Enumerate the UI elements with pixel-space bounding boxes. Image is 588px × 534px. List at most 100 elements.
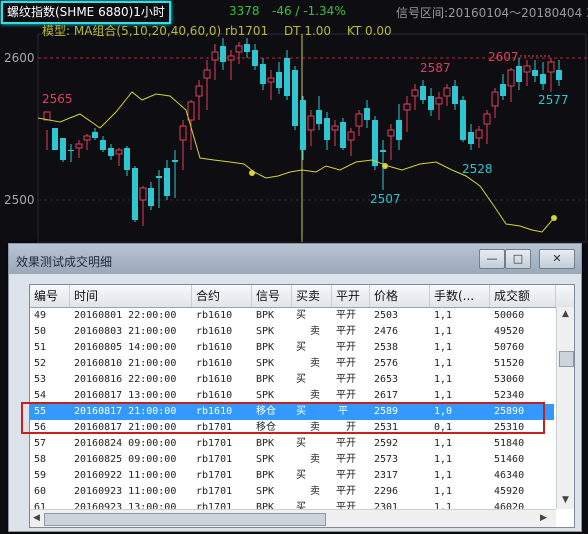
candle-body: [108, 148, 114, 156]
candle-body: [316, 110, 322, 124]
table-row[interactable]: 56 20160817 21:00:00 rb1701 移仓 卖 开 2531 0,1 2531…: [30, 420, 554, 436]
candle-body: [355, 113, 363, 127]
candle-body: [203, 69, 211, 79]
cell-time: 20160810 21:00:00: [74, 358, 177, 369]
cell-time: 20160805 14:00:00: [74, 342, 177, 353]
dialog-titlebar[interactable]: 效果测试成交明细 — □ ✕: [9, 244, 581, 274]
cell-signal: 移仓: [256, 406, 276, 417]
price-annotation: 2607: [488, 50, 519, 64]
candle-body: [556, 70, 562, 80]
candle-body: [220, 46, 226, 62]
cell-time: 20160803 21:00:00: [74, 326, 177, 337]
cell-side: 买: [296, 310, 306, 321]
candle-body: [491, 91, 499, 107]
candle-body: [347, 131, 355, 141]
col-header-time[interactable]: 时间: [70, 285, 192, 307]
candles-group: [43, 38, 562, 226]
col-header-contract[interactable]: 合约: [192, 285, 252, 307]
table-row[interactable]: 55 20160817 21:00:00 rb1610 移仓 买 平 2589 1,0 2589…: [30, 404, 554, 420]
ma-marker: [249, 170, 255, 176]
chart-title[interactable]: 螺纹指数(SHME 6880)1小时: [1, 1, 171, 24]
trade-table[interactable]: 编号 时间 合约 信号 买卖 平开 价格 手数(... 成交额 49 201608…: [29, 284, 575, 528]
candle-body: [331, 125, 339, 131]
cell-id: 53: [34, 374, 47, 385]
table-row[interactable]: 54 20160817 13:00:00 rb1610 SPK 卖 平开 2617 1,1 52…: [30, 388, 554, 404]
table-row[interactable]: 50 20160803 21:00:00 rb1610 SPK 卖 平开 2476 1,1 49…: [30, 324, 554, 340]
candle-body: [211, 51, 219, 61]
col-header-signal[interactable]: 信号: [252, 285, 292, 307]
cell-signal: BPK: [256, 470, 275, 481]
table-row[interactable]: 59 20160922 11:00:00 rb1701 BPK 买 平开 2317 1,1 46…: [30, 468, 554, 484]
cell-id: 50: [34, 326, 47, 337]
hscroll-thumb[interactable]: [44, 513, 326, 526]
table-row[interactable]: 58 20160825 09:00:00 rb1701 SPK 卖 平开 2573 1,1 51…: [30, 452, 554, 468]
candle-body: [507, 69, 515, 87]
scroll-thumb[interactable]: [559, 351, 574, 367]
model-line: 模型: MA组合(5,10,20,40,60,0) rb1701 DT 1.00…: [42, 22, 404, 39]
dialog-title: 效果测试成交明细: [16, 255, 113, 269]
cell-openclose: 平开: [336, 438, 356, 449]
plot-frame: [37, 33, 587, 243]
scroll-right-icon[interactable]: ▶: [540, 513, 547, 523]
trade-detail-dialog[interactable]: 效果测试成交明细 — □ ✕ 编号 时间 合约 信号 买卖 平开 价格 手数(.…: [8, 243, 582, 532]
col-header-id[interactable]: 编号: [30, 285, 70, 307]
cell-price: 2538: [374, 342, 399, 353]
col-header-openclose[interactable]: 平开: [332, 285, 370, 307]
model-name: 模型: MA组合(5,10,20,40,60,0) rb1701: [42, 24, 269, 38]
table-row[interactable]: 51 20160805 14:00:00 rb1610 BPK 买 平开 2538 1,1 50…: [30, 340, 554, 356]
last-price: 3378: [229, 4, 260, 18]
cell-id: 54: [34, 390, 47, 401]
cell-contract: rb1610: [196, 342, 233, 353]
cell-contract: rb1701: [196, 486, 233, 497]
cell-contract: rb1701: [196, 422, 233, 433]
close-button[interactable]: ✕: [539, 249, 575, 269]
candle-body: [452, 86, 458, 104]
candle-body: [387, 129, 395, 137]
cell-openclose: 平开: [336, 342, 356, 353]
cell-signal: SPK: [256, 326, 275, 337]
scroll-up-icon[interactable]: ▲: [562, 309, 569, 319]
cell-time: 20160825 09:00:00: [74, 454, 177, 465]
candle-body: [164, 168, 170, 196]
vertical-scrollbar[interactable]: ▲ ▼: [556, 307, 574, 509]
cell-lots: 1,1: [434, 470, 453, 481]
scroll-left-icon[interactable]: ◀: [33, 513, 40, 523]
scroll-down-icon[interactable]: ▼: [562, 495, 569, 505]
cell-id: 57: [34, 438, 47, 449]
candle-body: [132, 168, 138, 220]
cell-side: 卖: [310, 422, 320, 433]
cell-amount: 51520: [494, 358, 525, 369]
table-row[interactable]: 53 20160816 22:00:00 rb1610 BPK 买 平开 2653 1,1 53…: [30, 372, 554, 388]
col-header-lots[interactable]: 手数(...: [430, 285, 490, 307]
cell-amount: 51840: [494, 438, 525, 449]
price-change: -46 / -1.34%: [272, 4, 346, 18]
cell-id: 52: [34, 358, 47, 369]
candle-body: [83, 135, 91, 141]
col-header-price[interactable]: 价格: [370, 285, 430, 307]
cell-price: 2589: [374, 406, 399, 417]
cell-time: 20160824 09:00:00: [74, 438, 177, 449]
table-header: 编号 时间 合约 信号 买卖 平开 价格 手数(... 成交额: [30, 285, 574, 308]
horizontal-scrollbar[interactable]: ◀ ▶: [30, 509, 556, 527]
table-row[interactable]: 57 20160824 09:00:00 rb1701 BPK 买 平开 2592 1,1 51…: [30, 436, 554, 452]
cell-lots: 0,1: [434, 422, 453, 433]
cell-amount: 46340: [494, 470, 525, 481]
candle-body: [443, 87, 451, 97]
candle-body: [403, 103, 411, 111]
minimize-button[interactable]: —: [479, 249, 505, 269]
col-header-side[interactable]: 买卖: [292, 285, 332, 307]
price-annotation: 2507: [370, 192, 401, 206]
candle-body: [475, 129, 483, 139]
cell-contract: rb1701: [196, 438, 233, 449]
maximize-button[interactable]: □: [505, 249, 531, 269]
table-row[interactable]: 60 20160923 11:00:00 rb1701 SPK 卖 平开 2296 1,1 45…: [30, 484, 554, 500]
candle-body: [260, 64, 266, 84]
cell-price: 2296: [374, 486, 399, 497]
candle-body: [292, 70, 298, 126]
cell-price: 2617: [374, 390, 399, 401]
col-header-amount[interactable]: 成交额: [490, 285, 556, 307]
table-row[interactable]: 52 20160810 21:00:00 rb1610 SPK 卖 平开 2576 1,1 51…: [30, 356, 554, 372]
candle-body: [364, 108, 370, 120]
table-row[interactable]: 49 20160801 22:00:00 rb1610 BPK 买 平开 2503 1,1 50…: [30, 308, 554, 324]
cell-lots: 1,1: [434, 486, 453, 497]
